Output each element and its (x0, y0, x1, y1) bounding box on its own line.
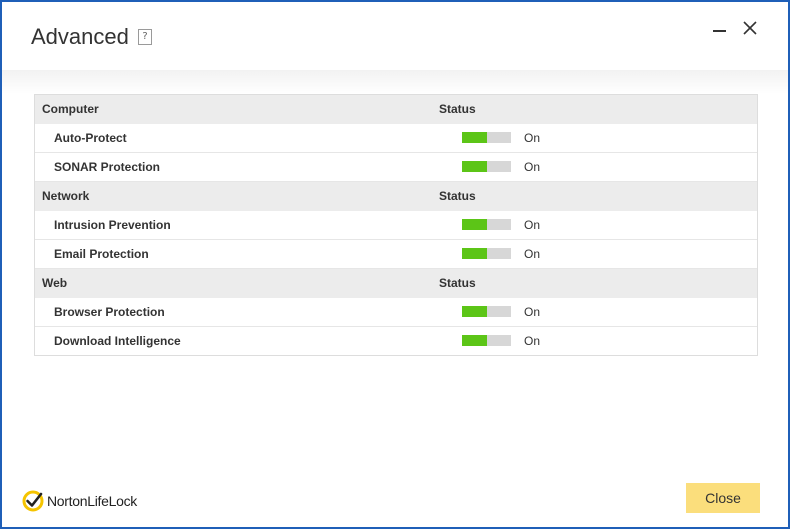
setting-label: Email Protection (54, 247, 149, 261)
section-header-network: Network Status (35, 182, 757, 211)
setting-label: SONAR Protection (54, 160, 161, 174)
toggle-fill (462, 248, 487, 259)
status-column-header: Status (439, 189, 476, 203)
browser-protection-toggle[interactable] (462, 306, 511, 317)
status-text: On (524, 305, 541, 319)
setting-row-intrusion-prevention: Intrusion Prevention On (35, 211, 757, 240)
dialog-title: Advanced (31, 24, 129, 49)
setting-row-email-protection: Email Protection On (35, 240, 757, 269)
download-intelligence-toggle[interactable] (462, 335, 511, 346)
title-bar: Advanced ? (2, 2, 788, 70)
minimize-button[interactable] (707, 16, 731, 40)
close-icon (743, 21, 757, 35)
advanced-dialog: Advanced ? Computer Status Auto-Protect … (0, 0, 790, 529)
section-name: Computer (42, 102, 99, 116)
status-text: On (524, 334, 541, 348)
header-divider (2, 70, 788, 94)
setting-row-sonar-protection: SONAR Protection On (35, 153, 757, 182)
status-text: On (524, 131, 541, 145)
toggle-fill (462, 161, 487, 172)
close-button[interactable]: Close (686, 483, 760, 513)
auto-protect-toggle[interactable] (462, 132, 511, 143)
setting-row-auto-protect: Auto-Protect On (35, 124, 757, 153)
toggle-fill (462, 132, 487, 143)
status-text: On (524, 247, 541, 261)
settings-table: Computer Status Auto-Protect On SONAR Pr… (34, 94, 758, 356)
close-window-button[interactable] (738, 16, 762, 40)
toggle-fill (462, 335, 487, 346)
status-column-header: Status (439, 276, 476, 290)
setting-row-browser-protection: Browser Protection On (35, 298, 757, 327)
intrusion-prevention-toggle[interactable] (462, 219, 511, 230)
brand-name: NortonLifeLock (47, 493, 137, 509)
toggle-fill (462, 306, 487, 317)
email-protection-toggle[interactable] (462, 248, 511, 259)
setting-label: Download Intelligence (54, 334, 181, 348)
status-text: On (524, 218, 541, 232)
minimize-icon (712, 30, 726, 32)
section-header-web: Web Status (35, 269, 757, 298)
setting-label: Auto-Protect (54, 131, 127, 145)
setting-row-download-intelligence: Download Intelligence On (35, 327, 757, 355)
setting-label: Intrusion Prevention (54, 218, 171, 232)
setting-label: Browser Protection (54, 305, 165, 319)
section-name: Web (42, 276, 68, 290)
norton-logo: NortonLifeLock (22, 488, 137, 514)
norton-check-icon (22, 490, 44, 512)
status-text: On (524, 160, 541, 174)
sonar-protection-toggle[interactable] (462, 161, 511, 172)
section-name: Network (42, 189, 90, 203)
section-header-computer: Computer Status (35, 95, 757, 124)
help-icon[interactable]: ? (138, 29, 152, 45)
status-column-header: Status (439, 102, 476, 116)
toggle-fill (462, 219, 487, 230)
